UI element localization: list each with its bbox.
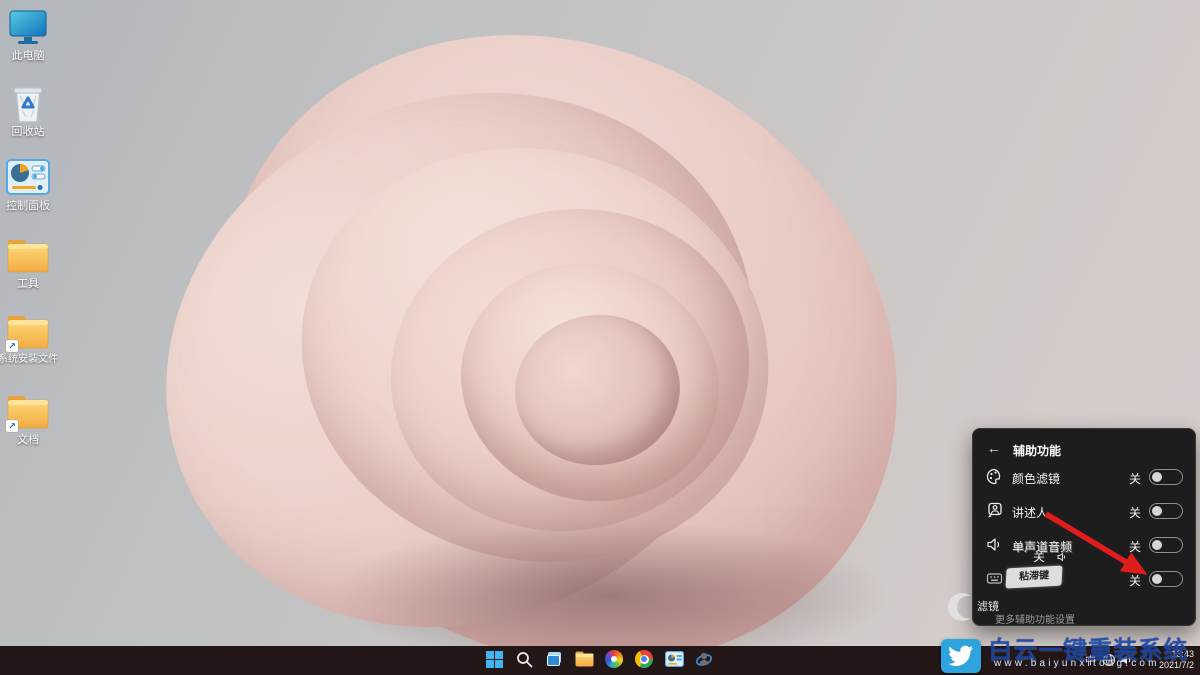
search-icon (516, 651, 532, 667)
volume-ghost-text: 关 (1033, 548, 1068, 565)
sticky-keys-ghost-label: 粘滞键 (1005, 565, 1063, 589)
system-panel-app-icon (664, 651, 684, 667)
folder-icon (6, 236, 50, 276)
desktop-icon-label: 文档 (17, 434, 39, 446)
ghost-arc-artifact (948, 593, 976, 621)
folder-shortcut-icon: ↗ (6, 392, 50, 432)
more-accessibility-settings-link[interactable]: 更多辅助功能设置 (995, 611, 1075, 626)
desktop-icon-folder-tools[interactable]: 工具 (0, 236, 56, 290)
task-view-icon (545, 651, 563, 667)
network-tray-icon[interactable] (1102, 649, 1116, 671)
file-explorer-icon (575, 651, 593, 667)
control-panel-icon (6, 158, 50, 198)
desktop-icon-label: 控制面板 (6, 200, 50, 212)
ime-indicator[interactable]: 中 (1085, 649, 1096, 671)
desktop-icon-label: 系统安装文件 (0, 354, 58, 365)
user-globe-app-button[interactable] (693, 649, 715, 669)
windows-logo-icon (485, 650, 503, 668)
flyout-title: 辅助功能 (1013, 444, 1062, 458)
volume-tray-icon[interactable] (1120, 649, 1134, 671)
toggle-knob (1152, 472, 1162, 482)
sticky-keys-toggle[interactable] (1149, 571, 1183, 587)
flyout-row-sticky-keys: 粘滞键 关 (973, 565, 1195, 591)
flyout-header: ← 辅助功能 (973, 439, 1195, 459)
toggle-knob (1152, 540, 1162, 550)
color-filters-toggle[interactable] (1149, 469, 1183, 485)
color-filter-icon (986, 468, 1003, 485)
toggle-knob (1152, 574, 1162, 584)
desktop-icon-folder-system[interactable]: ↗ 系统安装文件 (0, 312, 58, 366)
desktop-icon-label: 此电脑 (11, 50, 45, 62)
sticky-keys-icon (986, 570, 1003, 587)
flyout-row-mono-audio: 单声道音频 关 (973, 533, 1195, 557)
clock-date: 2021/7/2 (1158, 660, 1194, 670)
flyout-row-narrator: 讲述人 关 (973, 499, 1195, 523)
search-button[interactable] (513, 649, 535, 669)
user-globe-app-icon (695, 652, 713, 666)
clock-time: 13:43 (1171, 649, 1194, 659)
start-button[interactable] (483, 649, 505, 669)
row-state: 关 (1128, 506, 1141, 520)
file-explorer-button[interactable] (573, 649, 595, 669)
desktop-icon-folder-docs[interactable]: ↗ 文档 (0, 392, 56, 446)
desktop-icon-control-panel[interactable]: 控制面板 (0, 158, 56, 212)
folder-shortcut-icon: ↗ (6, 312, 50, 352)
this-pc-icon (6, 8, 50, 48)
shortcut-arrow-icon: ↗ (6, 340, 18, 352)
shortcut-arrow-icon: ↗ (6, 420, 18, 432)
narrator-toggle[interactable] (1149, 503, 1183, 519)
recycle-bin-icon (6, 84, 50, 124)
pinwheel-app-button[interactable] (603, 649, 625, 669)
row-state: 关 (1128, 472, 1141, 486)
flyout-row-color-filters: 颜色滤镜 关 (973, 465, 1195, 489)
accessibility-flyout: ← 辅助功能 颜色滤镜 关 讲述人 关 单声道音频 关 关 粘滞键 关 滤镜 更… (948, 428, 1196, 626)
desktop-icon-this-pc[interactable]: 此电脑 (0, 8, 56, 62)
desktop-icon-recycle-bin[interactable]: 回收站 (0, 84, 56, 138)
taskbar: 中 13:43 2021/7/2 (0, 646, 1200, 675)
narrator-icon (986, 502, 1003, 519)
small-speaker-icon (1057, 552, 1066, 562)
back-arrow-icon[interactable]: ← (987, 440, 1001, 456)
toggle-knob (1152, 506, 1162, 516)
desktop-icon-label: 工具 (17, 278, 39, 290)
mono-audio-toggle[interactable] (1149, 537, 1183, 553)
row-label: 颜色滤镜 (1012, 472, 1061, 486)
row-label: 讲述人 (1012, 506, 1049, 520)
row-state: 关 (1128, 540, 1141, 554)
taskbar-clock[interactable]: 13:43 2021/7/2 (1159, 649, 1194, 671)
pinwheel-app-icon (605, 650, 623, 668)
desktop-icon-label: 回收站 (11, 126, 45, 138)
mono-audio-icon (986, 536, 1003, 553)
chrome-button[interactable] (633, 649, 655, 669)
row-state: 关 (1128, 574, 1141, 588)
system-panel-app-button[interactable] (663, 649, 685, 669)
task-view-button[interactable] (543, 649, 565, 669)
desktop: 此电脑 回收站 控制面板 工具 ↗ 系统安装文件 ↗ 文档 ← 辅助功能 颜色滤… (0, 0, 1200, 675)
chrome-icon (635, 650, 653, 668)
